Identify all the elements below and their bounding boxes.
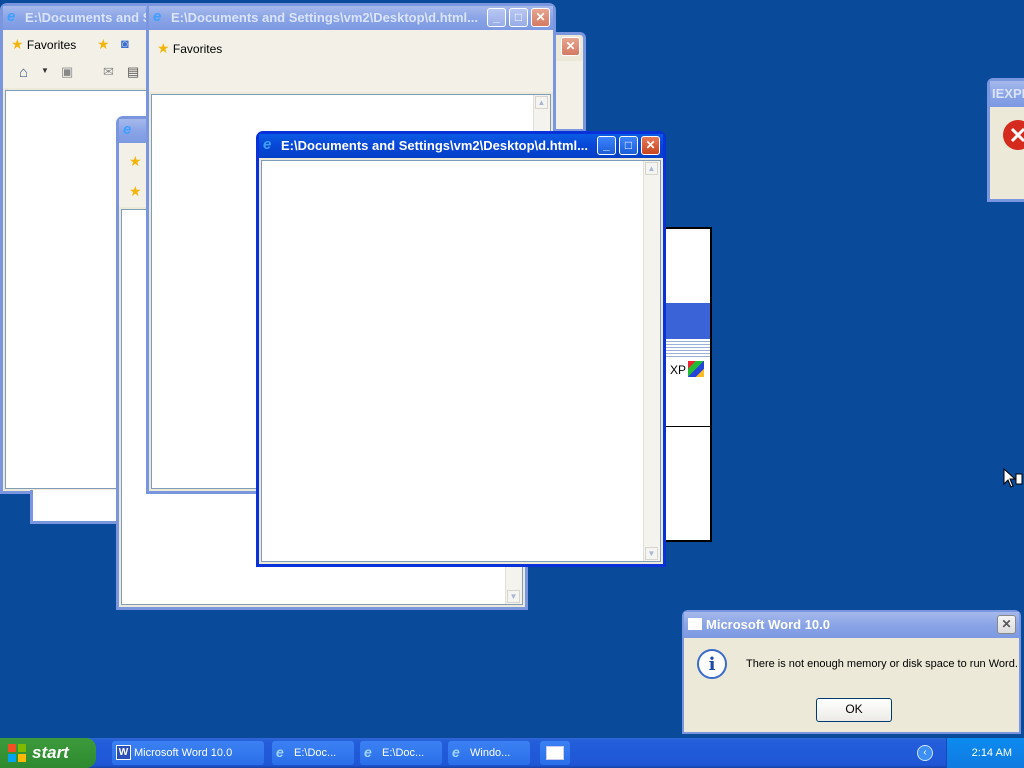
webslice-icon[interactable]: ◙ [121,36,129,51]
ie-icon: e [452,744,460,760]
panel-divider [666,426,710,427]
system-tray: ‹ 2:14 AM [917,738,1024,768]
chevron-down-icon[interactable]: ▼ [41,66,49,75]
striped-band [666,341,710,357]
ie-icon: e [276,744,284,760]
command-bar: ⌂ ▼ ▣ ✉ ▤ [3,58,157,88]
ok-button[interactable]: OK [816,698,892,722]
star-icon[interactable]: ★ [129,153,142,170]
favorites-button[interactable]: ★ Favorites [157,40,222,57]
clock: 2:14 AM [971,747,1012,759]
scroll-up-arrow[interactable]: ▲ [645,162,658,175]
ie-window-2-titlebar[interactable]: e E:\Documents and Settings\vm2\Desktop\… [149,6,553,30]
close-button[interactable]: ✕ [641,136,660,155]
favorites-bar: ★ Favorites ★ ◙ [3,30,157,58]
xp-label: XP [670,363,687,377]
word-icon: W [116,745,131,760]
windows-flag-icon [688,361,704,377]
taskbar-item-ie-2[interactable]: e E:\Doc... [360,741,442,765]
taskbar-item-ie-1[interactable]: e E:\Doc... [272,741,354,765]
maximize-button[interactable]: □ [619,136,638,155]
ie-icon: e [153,8,162,25]
background-panel: XP [664,227,712,542]
mail-icon[interactable]: ✉ [103,64,114,80]
add-favorite-icon[interactable]: ★ [129,183,142,200]
home-icon[interactable]: ⌂ [19,64,28,81]
scroll-down-arrow[interactable]: ▼ [645,547,658,560]
feeds-icon[interactable]: ▣ [61,64,73,80]
close-button[interactable]: ✕ [997,615,1016,634]
window-title: E:\Documents and Settings\vm2\Desktop\d.… [171,10,478,25]
taskbar-item-word[interactable]: W Microsoft Word 10.0 [112,741,264,765]
page-content: ▲ ▼ [261,160,661,562]
selected-band [666,303,710,339]
ie-icon: e [364,744,372,760]
star-icon: ★ [157,40,170,56]
ie-icon: e [123,121,132,138]
start-button[interactable]: start [0,738,96,768]
add-favorite-icon[interactable]: ★ [97,36,110,53]
close-button[interactable]: ✕ [531,8,550,27]
info-icon: i [697,649,727,679]
hourglass-cursor-icon [1003,468,1023,488]
ie-window-4[interactable]: e E:\Documents and Settings\vm2\Desktop\… [256,131,666,567]
scroll-down-arrow[interactable]: ▼ [507,590,520,603]
show-hidden-icons-icon[interactable]: ‹ [917,745,933,761]
ie-window-4-titlebar[interactable]: e E:\Documents and Settings\vm2\Desktop\… [259,134,663,158]
favorites-button[interactable]: ★ Favorites [11,36,76,53]
windows-logo-icon [8,744,26,762]
dialog-titlebar[interactable]: Microsoft Word 10.0 ✕ [684,612,1019,638]
vertical-scrollbar[interactable]: ▲ ▼ [643,161,660,561]
error-window-title: IEXPLO [990,81,1024,107]
dialog-message: There is not enough memory or disk space… [746,658,1018,670]
maximize-button[interactable]: □ [509,8,528,27]
close-button[interactable]: ✕ [561,37,580,56]
error-icon [1003,120,1024,150]
ie-icon: e [7,8,16,25]
error-window-peek[interactable]: IEXPLO [987,78,1024,202]
scroll-up-arrow[interactable]: ▲ [535,96,548,109]
minimize-button[interactable]: _ [487,8,506,27]
star-icon: ★ [11,36,24,52]
taskbar: start W Microsoft Word 10.0 e E:\Doc... … [0,738,1024,768]
ie-window-1-titlebar[interactable]: e E:\Documents and Se [3,6,157,30]
ie-icon: e [263,136,272,153]
dialog-title: Microsoft Word 10.0 [706,617,831,632]
word-error-dialog[interactable]: Microsoft Word 10.0 ✕ i There is not eno… [682,610,1021,734]
taskbar-group-button[interactable] [540,741,570,765]
minimize-button[interactable]: _ [597,136,616,155]
print-icon[interactable]: ▤ [127,64,139,80]
taskbar-item-windows[interactable]: e Windo... [448,741,530,765]
window-icon [688,618,702,630]
window-stack-icon [546,746,564,760]
ie-window-1-lower-frame [30,490,122,524]
favorites-bar: ★ Favorites [149,30,553,92]
window-title: E:\Documents and Se [25,10,157,25]
svg-text:i: i [709,654,716,675]
window-title: E:\Documents and Settings\vm2\Desktop\d.… [281,138,588,153]
